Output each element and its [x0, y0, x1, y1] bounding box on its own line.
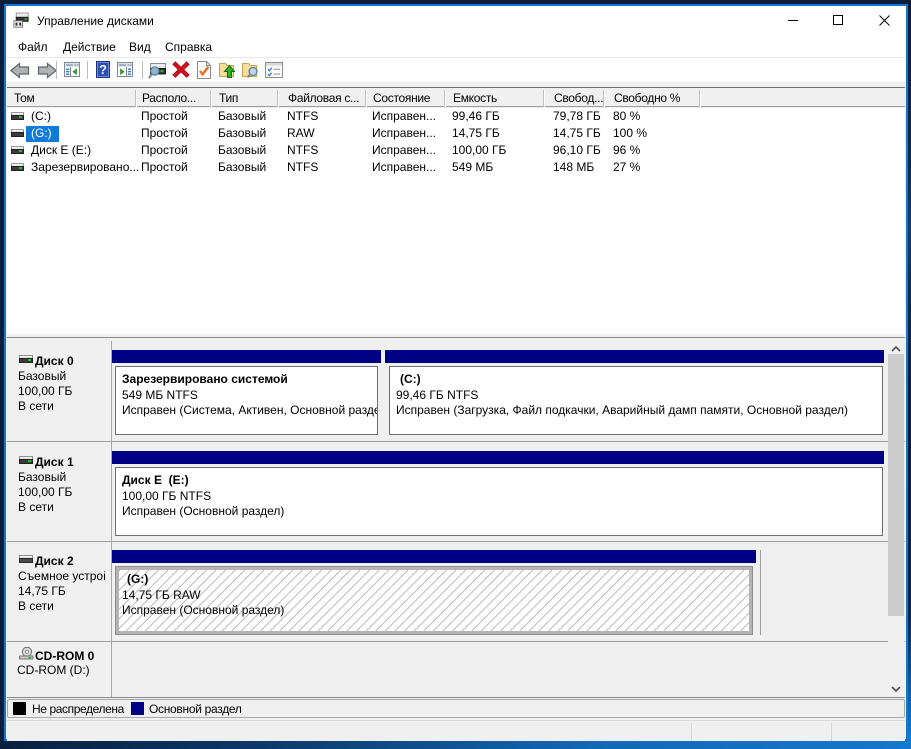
svg-text:?: ?: [99, 62, 107, 77]
